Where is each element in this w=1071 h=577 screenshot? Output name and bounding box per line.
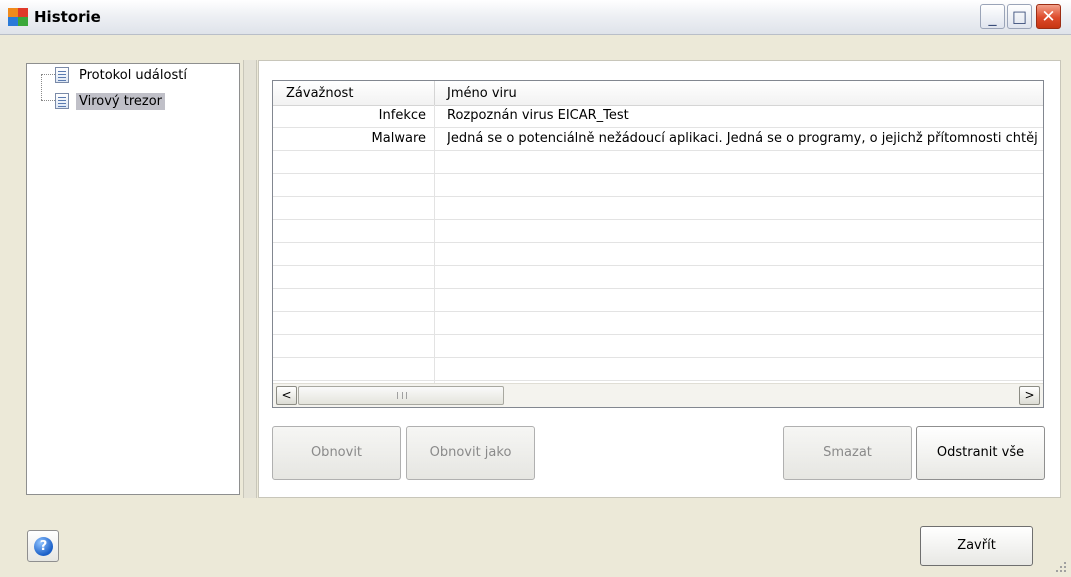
chevron-right-icon: > (1024, 388, 1035, 402)
panel-splitter[interactable] (243, 60, 257, 498)
tree-connector (41, 74, 55, 75)
virus-vault-table: Závažnost Jméno viru Infekce Rozpoznán v… (272, 80, 1044, 408)
table-row[interactable]: Infekce Rozpoznán virus EICAR_Test (273, 105, 1043, 128)
cell-severity: Infekce (378, 108, 426, 123)
tree-item-label: Virový trezor (76, 92, 166, 110)
window-title: Historie (34, 8, 101, 26)
restore-button[interactable]: Obnovit (272, 426, 401, 480)
cell-severity: Malware (371, 131, 426, 146)
remove-all-button[interactable]: Odstranit vše (916, 426, 1045, 480)
help-icon: ? (34, 537, 53, 556)
empty-row (273, 335, 1043, 358)
resize-grip-icon[interactable] (1054, 560, 1068, 574)
tree-item-event-log[interactable]: Protokol událostí (55, 65, 190, 85)
empty-row (273, 358, 1043, 381)
minimize-button[interactable]: _ (980, 4, 1005, 29)
scrollbar-thumb[interactable] (298, 386, 504, 405)
close-button[interactable]: Zavřít (920, 526, 1033, 566)
cell-virus-name: Jedná se o potenciálně nežádoucí aplikac… (447, 131, 1037, 146)
empty-row (273, 289, 1043, 312)
tree-connector (41, 100, 55, 101)
scroll-right-button[interactable]: > (1019, 386, 1040, 405)
delete-button[interactable]: Smazat (783, 426, 912, 480)
close-window-button[interactable]: ✕ (1036, 4, 1061, 29)
navigation-tree: Protokol událostí Virový trezor (26, 63, 240, 495)
maximize-icon: □ (1011, 7, 1028, 26)
scroll-left-button[interactable]: < (276, 386, 297, 405)
empty-row (273, 312, 1043, 335)
help-button[interactable]: ? (27, 530, 59, 562)
tree-connector (41, 74, 56, 100)
table-row[interactable]: Malware Jedná se o potenciálně nežádoucí… (273, 128, 1043, 151)
cell-virus-name: Rozpoznán virus EICAR_Test (447, 108, 629, 123)
maximize-button[interactable]: □ (1007, 4, 1032, 29)
horizontal-scrollbar[interactable]: < > (273, 383, 1043, 407)
avg-logo-icon (8, 8, 28, 26)
empty-row (273, 266, 1043, 289)
column-header-severity[interactable]: Závažnost (273, 81, 435, 105)
restore-as-button[interactable]: Obnovit jako (406, 426, 535, 480)
empty-row (273, 220, 1043, 243)
tree-item-virus-vault[interactable]: Virový trezor (55, 91, 166, 111)
chevron-left-icon: < (281, 388, 292, 402)
table-header: Závažnost Jméno viru (273, 81, 1043, 106)
tree-item-label: Protokol událostí (79, 67, 187, 83)
column-header-virus-name[interactable]: Jméno viru (435, 81, 1043, 105)
empty-row (273, 197, 1043, 220)
table-body: Infekce Rozpoznán virus EICAR_Test Malwa… (273, 105, 1043, 383)
document-list-icon (55, 93, 69, 109)
empty-row (273, 151, 1043, 174)
empty-row (273, 174, 1043, 197)
grip-icon (397, 392, 407, 399)
close-icon: ✕ (1041, 6, 1056, 27)
title-bar: Historie _ □ ✕ (0, 0, 1071, 35)
document-list-icon (55, 67, 69, 83)
empty-row (273, 243, 1043, 266)
minimize-icon: _ (988, 7, 997, 26)
